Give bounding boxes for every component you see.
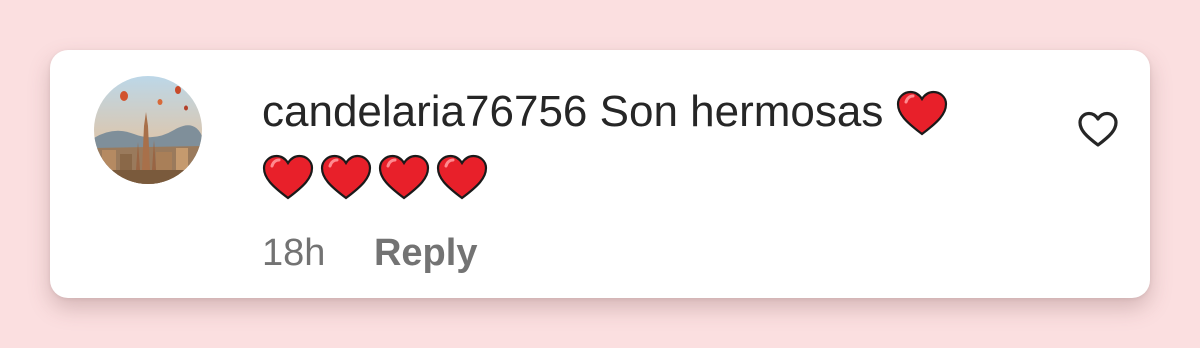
reply-button[interactable]: Reply [374,232,477,274]
avatar-image [94,76,202,184]
comment-body: candelaria76756 Son hermosas [262,80,1022,208]
emoji-row [262,144,1022,208]
heart-outline-icon[interactable] [1076,108,1120,152]
red-heart-emoji [320,154,372,200]
red-heart-emoji [436,154,488,200]
red-heart-emoji [896,90,948,136]
comment-text: Son hermosas [599,87,884,136]
comment-card: candelaria76756 Son hermosas 18h Reply [50,50,1150,298]
timestamp: 18h [262,232,326,274]
comment-meta: 18h Reply [262,232,477,275]
red-heart-emoji [378,154,430,200]
username[interactable]: candelaria76756 [262,87,587,136]
avatar[interactable] [94,76,202,184]
red-heart-emoji [262,154,314,200]
